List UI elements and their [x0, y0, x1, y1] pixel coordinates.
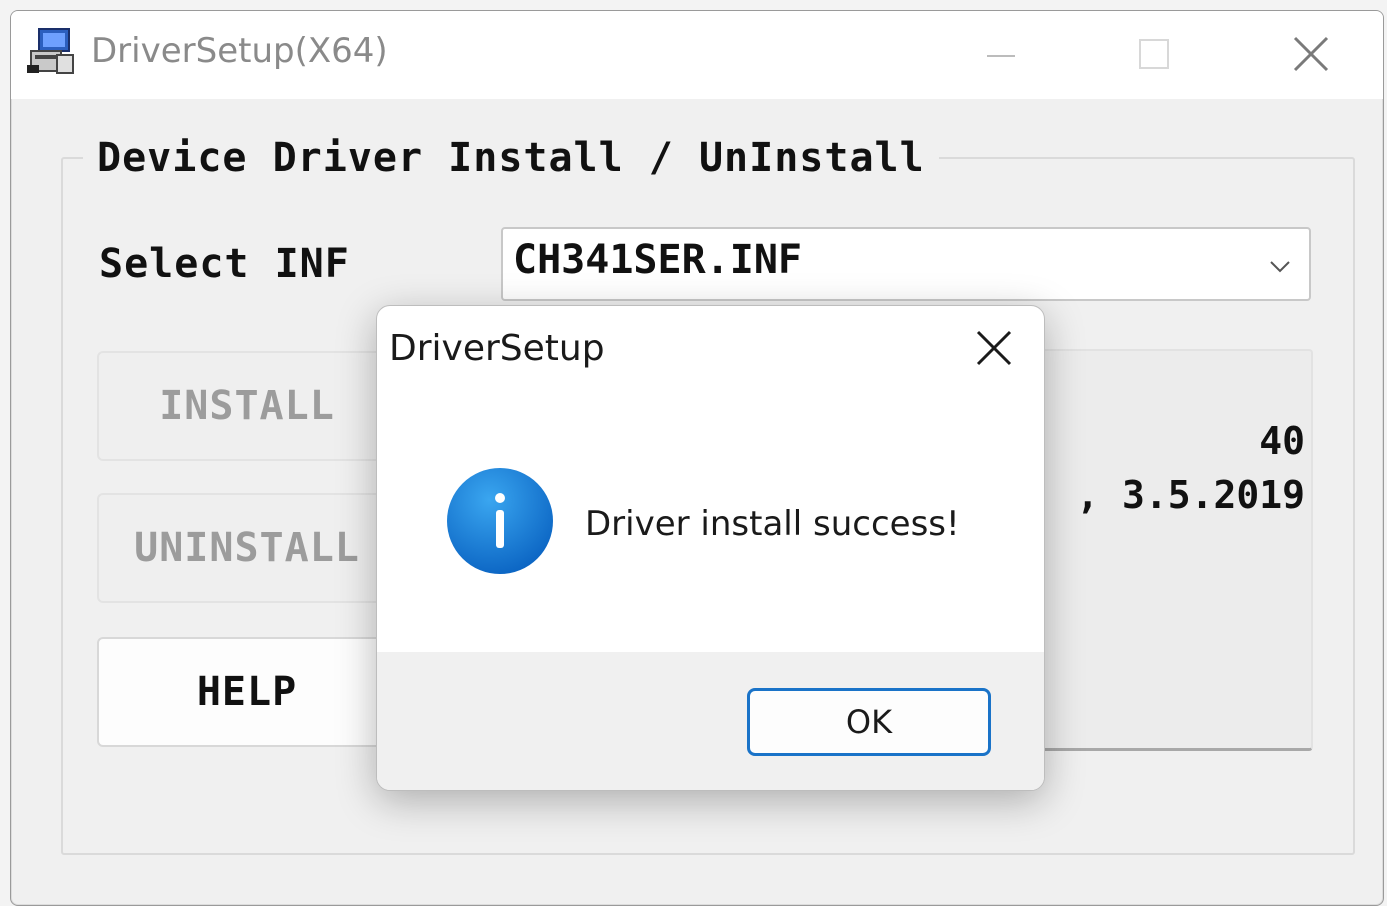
group-title: Device Driver Install / UnInstall [83, 135, 939, 181]
uninstall-button-label: UNINSTALL [134, 525, 360, 571]
dialog-title: DriverSetup [389, 328, 605, 369]
close-button[interactable] [1276, 19, 1346, 89]
driver-info-line-1: 40 [1259, 419, 1305, 463]
ok-button[interactable]: OK [747, 688, 991, 756]
uninstall-button[interactable]: UNINSTALL [97, 493, 397, 603]
inf-select-value: CH341SER.INF [513, 237, 802, 283]
window-title: DriverSetup(X64) [91, 31, 388, 71]
info-icon [447, 468, 553, 574]
inf-select-dropdown[interactable]: CH341SER.INF [501, 227, 1311, 301]
dialog-footer: OK [377, 652, 1044, 790]
maximize-icon [1139, 39, 1169, 69]
title-bar: DriverSetup(X64) [11, 11, 1383, 99]
maximize-button[interactable] [1119, 19, 1189, 89]
success-dialog: DriverSetup Driver install success! OK [376, 305, 1045, 791]
help-button[interactable]: HELP [97, 637, 397, 747]
install-button[interactable]: INSTALL [97, 351, 397, 461]
computer-install-icon [27, 28, 74, 74]
driver-info-panel: 40 , 3.5.2019 [1011, 349, 1313, 751]
minimize-button[interactable] [966, 19, 1036, 89]
select-inf-label: Select INF [99, 241, 350, 287]
dialog-close-icon[interactable] [974, 328, 1014, 368]
dialog-message: Driver install success! [585, 504, 960, 544]
minimize-icon [987, 55, 1015, 57]
close-icon [1293, 36, 1329, 72]
ok-button-label: OK [845, 703, 893, 741]
help-button-label: HELP [196, 669, 298, 715]
driver-info-line-2: , 3.5.2019 [1076, 473, 1305, 517]
install-button-label: INSTALL [159, 383, 335, 429]
chevron-down-icon [1270, 261, 1290, 273]
